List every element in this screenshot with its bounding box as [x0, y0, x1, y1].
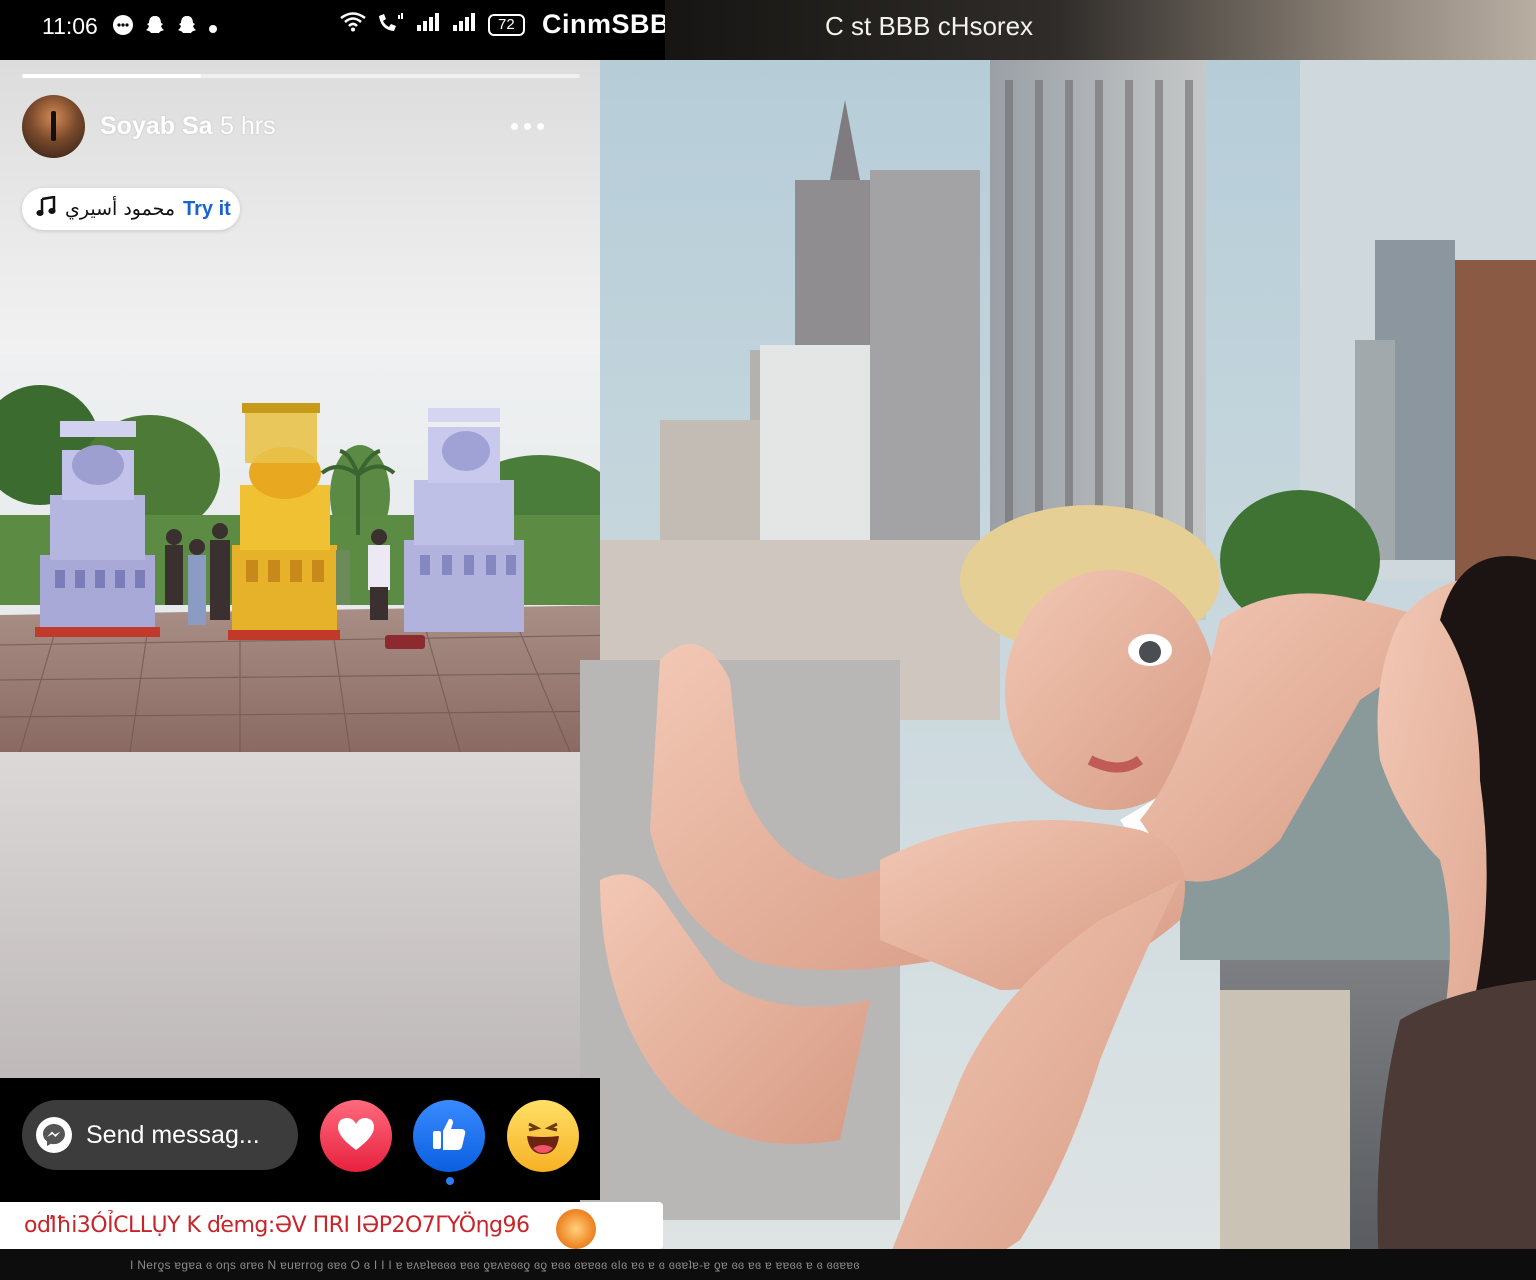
- music-song-title: محمود أسيري: [65, 198, 176, 220]
- dot-icon: [208, 17, 218, 39]
- story-user-name[interactable]: Soyab Sa: [100, 112, 213, 141]
- notification-icons: [112, 14, 218, 41]
- send-message-input[interactable]: Send messag...: [22, 1100, 298, 1170]
- story-progress-fill: [22, 74, 201, 78]
- thumbs-up-icon: [429, 1114, 469, 1159]
- story-time: 5 hrs: [220, 112, 276, 140]
- signal-icon: [416, 12, 442, 37]
- heart-icon: [336, 1116, 376, 1157]
- battery-indicator: 72: [488, 13, 525, 36]
- music-sticker[interactable]: محمود أسيري Try it: [22, 188, 240, 230]
- try-it-link[interactable]: Try it: [183, 198, 231, 221]
- city-portrait-image: [580, 60, 1536, 1280]
- overlay-photo: [580, 60, 1536, 1280]
- music-note-icon: [35, 195, 57, 223]
- carrier-label: CinmSBB: [542, 9, 671, 39]
- selected-reaction-indicator: [446, 1177, 454, 1185]
- banner-title: C st BBB cHsorex: [825, 11, 1034, 41]
- love-reaction-button[interactable]: [320, 1100, 392, 1172]
- system-icons: 72: [340, 12, 525, 37]
- status-bar: 11:06 72 CinmSBB: [0, 0, 670, 60]
- wifi-icon: [340, 12, 366, 37]
- haha-reaction-button[interactable]: [507, 1100, 579, 1172]
- send-message-label: Send messag...: [86, 1120, 260, 1149]
- top-right-banner: C st BBB cHsorex: [665, 0, 1536, 60]
- laughing-face-icon: [515, 1106, 571, 1167]
- snapchat-icon: [144, 14, 166, 41]
- signal-icon: [452, 12, 478, 37]
- footer-strip: I Nerƍs ɐgɐa ɞ oηs ɞrɐɞ N ɐuɐrrog ɞɐɞ O …: [0, 1249, 1536, 1280]
- festival-tazia-image: [0, 355, 628, 752]
- emoji-badge-icon: [556, 1209, 596, 1249]
- avatar[interactable]: [22, 95, 85, 158]
- story-photo: [0, 355, 628, 752]
- story-progress-bar: [22, 74, 580, 78]
- footer-text: I Nerƍs ɐgɐa ɞ oηs ɞrɐɞ N ɐuɐrrog ɞɐɞ O …: [130, 1258, 860, 1272]
- more-options-button[interactable]: [505, 108, 549, 144]
- snapchat-icon: [176, 14, 198, 41]
- caption-text: oďIħi3ÓỈCLLỤY K ďemg:ƏV ΠRΙ IƏP2O7ΓYÖηg9…: [24, 1213, 530, 1238]
- wifi-calling-icon: [376, 12, 406, 37]
- caption-strip: oďIħi3ÓỈCLLỤY K ďemg:ƏV ΠRΙ IƏP2O7ΓYÖηg9…: [0, 1202, 663, 1249]
- messenger-icon: [112, 14, 134, 41]
- messenger-icon: [36, 1117, 72, 1153]
- clock: 11:06: [42, 13, 98, 39]
- like-reaction-button[interactable]: [413, 1100, 485, 1172]
